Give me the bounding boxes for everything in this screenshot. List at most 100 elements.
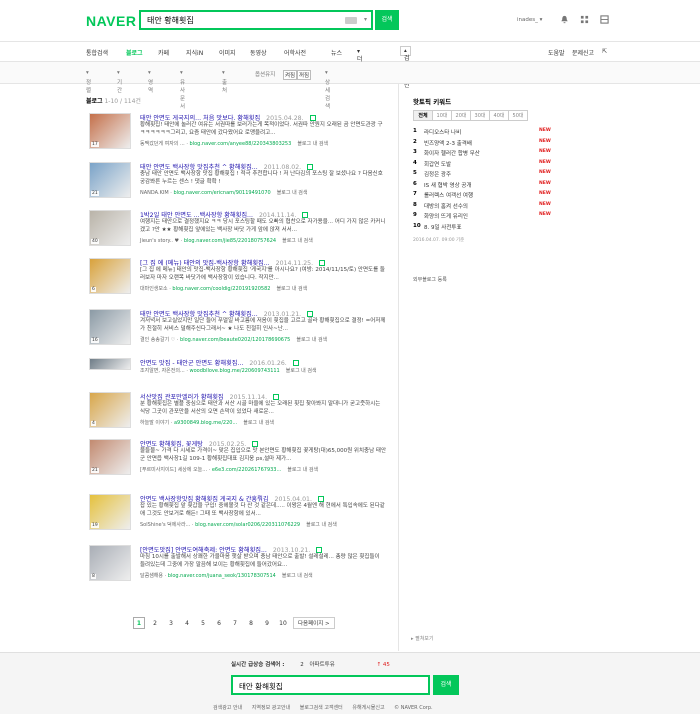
tab-cafe[interactable]: 카페 — [158, 48, 169, 57]
blog-inner-search-link[interactable]: 블로그 내 검색 — [282, 238, 313, 244]
result-url[interactable]: blog.naver.com/ericnam/90119491070 — [173, 190, 270, 196]
page-7[interactable]: 7 — [229, 618, 241, 630]
tab-news[interactable]: 뉴스 — [331, 48, 342, 57]
tab-blog[interactable]: 블로그 — [126, 48, 143, 57]
hot-keyword-item[interactable]: 10 8. 9일 사전투표 — [413, 223, 549, 234]
result-thumbnail[interactable]: 6 — [89, 258, 131, 294]
blog-inner-search-link[interactable]: 블로그 내 검색 — [277, 190, 308, 196]
share-icon[interactable]: ⇱ — [602, 48, 607, 55]
result-thumbnail[interactable]: 4 — [89, 392, 131, 428]
help-link[interactable]: 도움말 — [548, 48, 565, 57]
hot-keyword-item[interactable]: 6 IS 새 협박 영상 공개 NEW — [413, 181, 551, 192]
user-menu[interactable]: inades_ ▾ — [517, 17, 542, 23]
result-url[interactable]: a9300849.blog.me/220... — [174, 420, 237, 426]
detail-search[interactable]: 상세검색 ▾ — [325, 70, 330, 110]
age-tab-30s[interactable]: 30대 — [470, 110, 490, 121]
tab-dictionary[interactable]: 어학사전 — [284, 48, 306, 57]
keyboard-icon[interactable] — [345, 17, 357, 24]
blog-inner-search-link[interactable]: 블로그 내 검색 — [296, 337, 327, 343]
tab-image[interactable]: 이미지 — [219, 48, 236, 57]
naver-logo[interactable]: NAVER — [86, 13, 136, 29]
tab-integrated[interactable]: 통합검색 — [86, 48, 108, 57]
footer-link[interactable]: 지역정보 광고안내 — [252, 705, 290, 711]
option-keep-off[interactable]: 꺼짐 — [297, 70, 312, 80]
page-9[interactable]: 9 — [261, 618, 273, 630]
result-author[interactable]: SolShine's 덕에사라... — [140, 522, 190, 528]
result-thumbnail[interactable]: 19 — [89, 494, 131, 530]
new-window-icon[interactable] — [292, 360, 299, 366]
result-thumbnail[interactable]: 8 — [89, 545, 131, 581]
result-url[interactable]: blog.naver.com/cooldig/220191920582 — [172, 286, 270, 292]
page-10[interactable]: 10 — [277, 618, 289, 630]
age-tab-all[interactable]: 전체 — [413, 110, 433, 121]
page-3[interactable]: 3 — [165, 618, 177, 630]
page-2[interactable]: 2 — [149, 618, 161, 630]
filter-similar[interactable]: 유사문서 ▾ — [180, 70, 185, 110]
result-title[interactable]: 안면도 맛집 - 태안군 안면도 황해횟집... 2016.01.26. — [140, 358, 299, 367]
bottom-search-button[interactable]: 검색 — [433, 675, 459, 695]
blog-inner-search-link[interactable]: 블로그 내 검색 — [276, 286, 307, 292]
result-thumbnail[interactable]: 16 — [89, 309, 131, 345]
hot-keyword-item[interactable]: 8 대방의 홈켜 선수의 NEW — [413, 202, 551, 213]
result-author[interactable]: [푸르미사지이드] 세상에 오늘... — [140, 467, 207, 473]
page-6[interactable]: 6 — [213, 618, 225, 630]
search-button[interactable]: 검색 — [375, 10, 399, 30]
filter-area[interactable]: 영역 ▾ — [148, 70, 153, 94]
age-tab-40s[interactable]: 40대 — [489, 110, 509, 121]
result-url[interactable]: blog.naver.com/jie85/220180757624 — [184, 238, 276, 244]
result-url[interactable]: e6e3.com/220261767933... — [212, 467, 281, 473]
search-input[interactable]: 태안 황해횟집 ▾ — [139, 10, 373, 30]
filter-period[interactable]: 기간 ▾ — [117, 70, 122, 94]
page-8[interactable]: 8 — [245, 618, 257, 630]
bottom-search-input[interactable]: 태안 황해횟집 — [231, 675, 430, 695]
hot-keyword-item[interactable]: 4 회갑연 도발 NEW — [413, 160, 551, 171]
result-thumbnail[interactable]: 21 — [89, 439, 131, 475]
filter-source[interactable]: 출처 ▾ — [222, 70, 227, 94]
result-url[interactable]: blog.naver.com/juana_seok/130178307514 — [168, 573, 276, 579]
blog-inner-search-link[interactable]: 블로그 내 검색 — [282, 573, 313, 579]
blog-inner-search-link[interactable]: 블로그 내 검색 — [297, 141, 328, 147]
option-keep-on[interactable]: 켜짐 — [283, 70, 298, 80]
blog-inner-search-link[interactable]: 블로그 내 검색 — [286, 368, 317, 374]
page-5[interactable]: 5 — [197, 618, 209, 630]
age-tab-20s[interactable]: 20대 — [451, 110, 471, 121]
result-author[interactable]: NANDA.KIM — [140, 190, 169, 196]
chevron-down-icon[interactable]: ▾ — [364, 16, 367, 23]
age-tab-10s[interactable]: 10대 — [432, 110, 452, 121]
next-page-button[interactable]: 다음페이지 > — [293, 617, 335, 629]
footer-link[interactable]: 검색광고 안내 — [213, 705, 242, 711]
page-1[interactable]: 1 — [133, 617, 145, 629]
filter-sort[interactable]: 정렬 ▾ — [86, 70, 91, 94]
expand-link[interactable]: ▸ 펼쳐보기 — [411, 635, 434, 642]
age-tab-50s[interactable]: 50대 — [508, 110, 528, 121]
result-author[interactable]: 대마인생모소 — [140, 286, 168, 292]
apps-icon[interactable] — [600, 15, 609, 24]
grid-icon[interactable] — [580, 15, 589, 24]
footer-link[interactable]: 블로그검색 고객센터 — [300, 705, 343, 711]
tab-kin[interactable]: 지식iN — [186, 48, 203, 57]
hot-keyword-item[interactable]: 3 화이자 헬러간 합병 무산 NEW — [413, 149, 551, 160]
hot-keyword-item[interactable]: 7 롤러렉스 여객선 여행 NEW — [413, 191, 551, 202]
hot-keyword-item[interactable]: 9 화양의 뜨게 유리인 NEW — [413, 212, 551, 223]
blog-inner-search-link[interactable]: 블로그 내 검색 — [306, 522, 337, 528]
result-author[interactable]: 결인 송송갈기 ♡ — [140, 337, 175, 343]
result-url[interactable]: woodbllove.blog.me/220609743111 — [190, 368, 280, 374]
result-author[interactable]: 조지알면, 자온전의... — [140, 368, 185, 374]
search-options-button[interactable]: 검색옵션 ▴ — [400, 46, 411, 89]
tab-more[interactable]: 더보기 ▾ — [357, 48, 363, 81]
blog-inner-search-link[interactable]: 블로그 내 검색 — [243, 420, 274, 426]
result-thumbnail[interactable]: 17 — [89, 113, 131, 149]
blog-inner-search-link[interactable]: 블로그 내 검색 — [287, 467, 318, 473]
feedback-link[interactable]: 문제신고 — [572, 48, 594, 57]
hot-keyword-item[interactable]: 1 라디오스타 나비 NEW — [413, 128, 551, 139]
bottom-search-query[interactable]: 태안 황해횟집 — [239, 681, 283, 692]
realtime-trend[interactable]: 실시간 급상승 검색어 : 2 아파트투유 ↑ 45 — [231, 660, 390, 668]
result-author[interactable]: 달콤샘해용 — [140, 573, 163, 579]
result-thumbnail[interactable] — [89, 358, 131, 370]
hot-keyword-item[interactable]: 2 빈즈양액 2-3 출격배 NEW — [413, 139, 551, 150]
result-thumbnail[interactable]: 40 — [89, 210, 131, 246]
page-4[interactable]: 4 — [181, 618, 193, 630]
result-author[interactable]: 동맥갔던게 여자의 ... — [140, 141, 186, 147]
search-query[interactable]: 태안 황해횟집 — [147, 15, 194, 26]
result-url[interactable]: blog.naver.com/solar0206/220311076229 — [195, 522, 300, 528]
